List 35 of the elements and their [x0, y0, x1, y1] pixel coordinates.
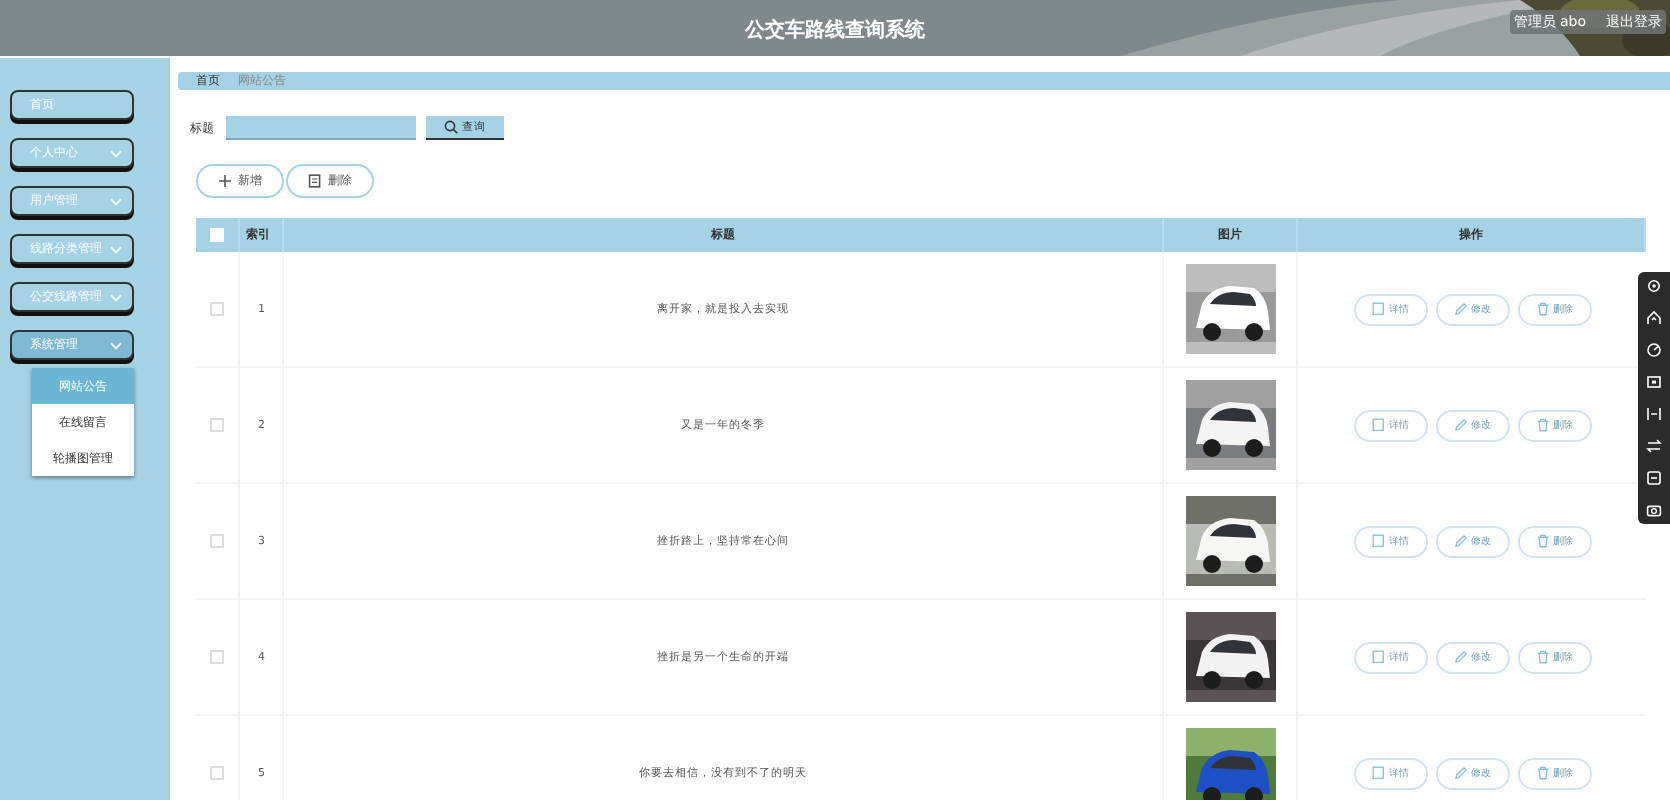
- chevron-icon: [110, 149, 122, 157]
- chevron-icon: [110, 341, 122, 349]
- checkbox[interactable]: [210, 650, 224, 664]
- trash-icon: [1535, 534, 1549, 548]
- chevron-icon: [110, 197, 122, 205]
- document-icon: [1371, 650, 1385, 664]
- trash-icon: [1535, 650, 1549, 664]
- pencil-icon: [1453, 534, 1467, 548]
- split-icon: [1646, 406, 1662, 422]
- document-icon: [308, 174, 322, 188]
- camera-icon: [1646, 502, 1662, 518]
- pencil-icon: [1453, 302, 1467, 316]
- chevron-icon: [110, 245, 122, 253]
- document-icon: [1371, 534, 1385, 548]
- trash-icon: [1535, 302, 1549, 316]
- checkbox[interactable]: [210, 534, 224, 548]
- checkbox[interactable]: [210, 766, 224, 780]
- document-icon: [1371, 302, 1385, 316]
- document-icon: [1371, 418, 1385, 432]
- checkbox[interactable]: [210, 418, 224, 432]
- chevron-icon: [110, 293, 122, 301]
- plus-icon: [218, 174, 232, 188]
- search-icon: [444, 120, 458, 134]
- trash-icon: [1535, 766, 1549, 780]
- gauge-icon: [1646, 342, 1662, 358]
- pencil-icon: [1453, 766, 1467, 780]
- checkbox[interactable]: [210, 302, 224, 316]
- swap-icon: [1646, 438, 1662, 454]
- trash-icon: [1535, 418, 1549, 432]
- frame-icon: [1646, 374, 1662, 390]
- app-title: 公交车路线查询系统: [745, 16, 925, 43]
- pencil-icon: [1453, 650, 1467, 664]
- document-icon: [1371, 766, 1385, 780]
- search-field[interactable]: [226, 116, 416, 140]
- pencil-icon: [1453, 418, 1467, 432]
